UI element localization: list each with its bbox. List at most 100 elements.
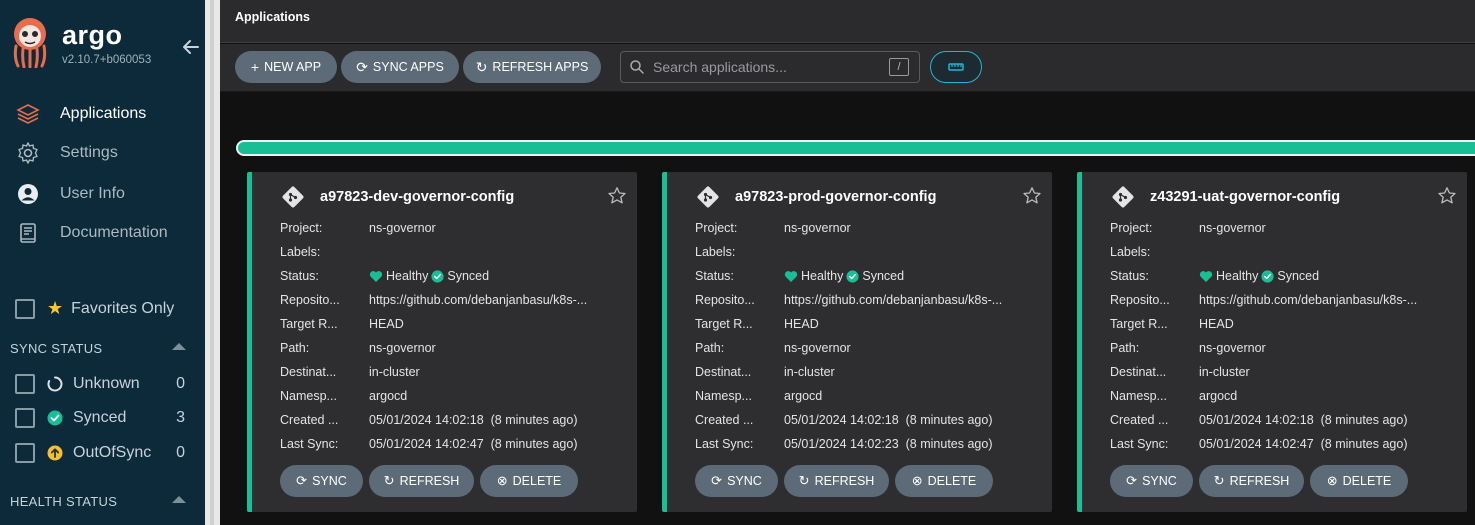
app-card[interactable]: a97823-dev-governor-config Project: ns-go…: [247, 172, 637, 512]
value: argocd: [369, 389, 408, 403]
sync-label: SYNC: [727, 474, 762, 488]
filter-outofsync[interactable]: OutOfSync 0: [15, 441, 185, 465]
row-status: Status: Healthy Synced: [280, 264, 630, 288]
value: 05/01/2024 14:02:47 (8 minutes ago): [369, 437, 578, 451]
favorites-only-filter[interactable]: ★ Favorites Only: [15, 298, 174, 319]
gear-icon: [16, 141, 40, 165]
brand: argo v2.10.7+b060053: [10, 16, 200, 72]
value: argocd: [784, 389, 823, 403]
row-created: Created ... 05/01/2024 14:02:18 (8 minute…: [1110, 408, 1460, 432]
sidebar: argo v2.10.7+b060053 Applications Settin…: [0, 0, 205, 525]
value: ns-governor: [1199, 341, 1266, 355]
sync-button[interactable]: ⟳ SYNC: [695, 465, 778, 497]
book-icon: [16, 221, 40, 245]
row-destination: Destinat... in-cluster: [1110, 360, 1460, 384]
health-status: Healthy: [386, 269, 429, 283]
user-icon: [16, 182, 40, 206]
filter-unknown[interactable]: Unknown 0: [15, 372, 185, 396]
sidebar-item-applications[interactable]: Applications: [0, 95, 205, 133]
filter-count: 0: [176, 375, 185, 392]
label: Created ...: [695, 413, 754, 427]
filter-count: 0: [176, 444, 185, 461]
sync-label: SYNC: [1142, 474, 1177, 488]
filter-label: Unknown: [73, 375, 140, 392]
favorites-checkbox[interactable]: [15, 298, 35, 319]
app-card[interactable]: a97823-prod-governor-config Project: ns-g…: [662, 172, 1052, 512]
label: Project:: [1110, 221, 1153, 235]
row-project: Project: ns-governor: [280, 216, 630, 240]
app-name[interactable]: a97823-prod-governor-config: [735, 189, 936, 205]
label: Labels:: [1110, 245, 1151, 259]
favorite-star-icon[interactable]: [607, 186, 627, 206]
tiles-icon: [948, 63, 964, 71]
label: Reposito...: [695, 293, 755, 307]
sync-button[interactable]: ⟳ SYNC: [1110, 465, 1193, 497]
filter-label: OutOfSync: [73, 444, 152, 461]
delete-button[interactable]: ⊗ DELETE: [1310, 465, 1408, 497]
checkbox[interactable]: [15, 443, 35, 463]
stack-icon: [16, 102, 40, 126]
refresh-button[interactable]: ↻ REFRESH: [1199, 465, 1304, 497]
row-destination: Destinat... in-cluster: [695, 360, 1045, 384]
refresh-label: REFRESH: [399, 474, 460, 488]
sync-button[interactable]: ⟳ SYNC: [280, 465, 363, 497]
filter-label: Synced: [73, 409, 127, 426]
label: Project:: [695, 221, 738, 235]
sync-status-collapse-icon[interactable]: [172, 343, 186, 350]
delete-label: DELETE: [512, 474, 562, 488]
row-project: Project: ns-governor: [695, 216, 1045, 240]
delete-button[interactable]: ⊗ DELETE: [895, 465, 993, 497]
label: Destinat...: [280, 365, 337, 379]
row-path: Path: ns-governor: [695, 336, 1045, 360]
row-repository: Reposito... https://github.com/debanjanba…: [280, 288, 630, 312]
row-namespace: Namesp... argocd: [280, 384, 630, 408]
arrow-up-circle-icon: [47, 445, 63, 461]
sidebar-item-documentation[interactable]: Documentation: [0, 215, 205, 251]
sidebar-item-settings[interactable]: Settings: [0, 133, 205, 173]
filter-synced[interactable]: Synced 3: [15, 406, 185, 430]
app-name[interactable]: a97823-dev-governor-config: [320, 189, 514, 205]
label: Status:: [695, 269, 734, 283]
label: Last Sync:: [1110, 437, 1169, 451]
new-app-button[interactable]: + NEW APP: [235, 51, 337, 83]
status-value: Healthy Synced: [369, 269, 630, 283]
collapse-sidebar-icon[interactable]: [180, 36, 202, 58]
value: ns-governor: [369, 341, 436, 355]
health-status: Healthy: [1216, 269, 1259, 283]
health-status-collapse-icon[interactable]: [172, 496, 186, 503]
value: HEAD: [784, 317, 819, 331]
app-name[interactable]: z43291-uat-governor-config: [1150, 189, 1340, 205]
delete-label: DELETE: [1342, 474, 1392, 488]
refresh-button[interactable]: ↻ REFRESH: [784, 465, 889, 497]
value: ns-governor: [784, 221, 851, 235]
health-status: Healthy: [801, 269, 844, 283]
checkbox[interactable]: [15, 374, 35, 394]
argo-logo: [13, 18, 47, 68]
search-input[interactable]: [653, 59, 889, 75]
sync-apps-button[interactable]: ⟳ SYNC APPS: [341, 51, 459, 83]
refresh-icon: ↻: [1213, 473, 1225, 488]
refresh-apps-button[interactable]: ↻ REFRESH APPS: [463, 51, 601, 83]
label: Target R...: [695, 317, 753, 331]
filter-count: 3: [176, 409, 185, 426]
sidebar-divider[interactable]: [205, 0, 220, 525]
sidebar-item-user-info[interactable]: User Info: [0, 173, 205, 215]
toolbar: + NEW APP ⟳ SYNC APPS ↻ REFRESH APPS /: [220, 44, 1475, 92]
row-project: Project: ns-governor: [1110, 216, 1460, 240]
row-last-sync: Last Sync: 05/01/2024 14:02:47 (8 minutes…: [280, 432, 630, 456]
label: Project:: [280, 221, 323, 235]
checkbox[interactable]: [15, 408, 35, 428]
label: Labels:: [280, 245, 321, 259]
label: Status:: [280, 269, 319, 283]
favorite-star-icon[interactable]: [1022, 186, 1042, 206]
value: argocd: [1199, 389, 1238, 403]
row-created: Created ... 05/01/2024 14:02:18 (8 minute…: [695, 408, 1045, 432]
refresh-button[interactable]: ↻ REFRESH: [369, 465, 474, 497]
app-card[interactable]: z43291-uat-governor-config Project: ns-go…: [1077, 172, 1467, 512]
delete-button[interactable]: ⊗ DELETE: [480, 465, 578, 497]
view-options-button[interactable]: [930, 51, 982, 83]
refresh-icon: ↻: [383, 473, 395, 488]
favorite-star-icon[interactable]: [1437, 186, 1457, 206]
card-actions: ⟳ SYNC ↻ REFRESH ⊗ DELETE: [1110, 465, 1414, 497]
status-value: Healthy Synced: [1199, 269, 1460, 283]
